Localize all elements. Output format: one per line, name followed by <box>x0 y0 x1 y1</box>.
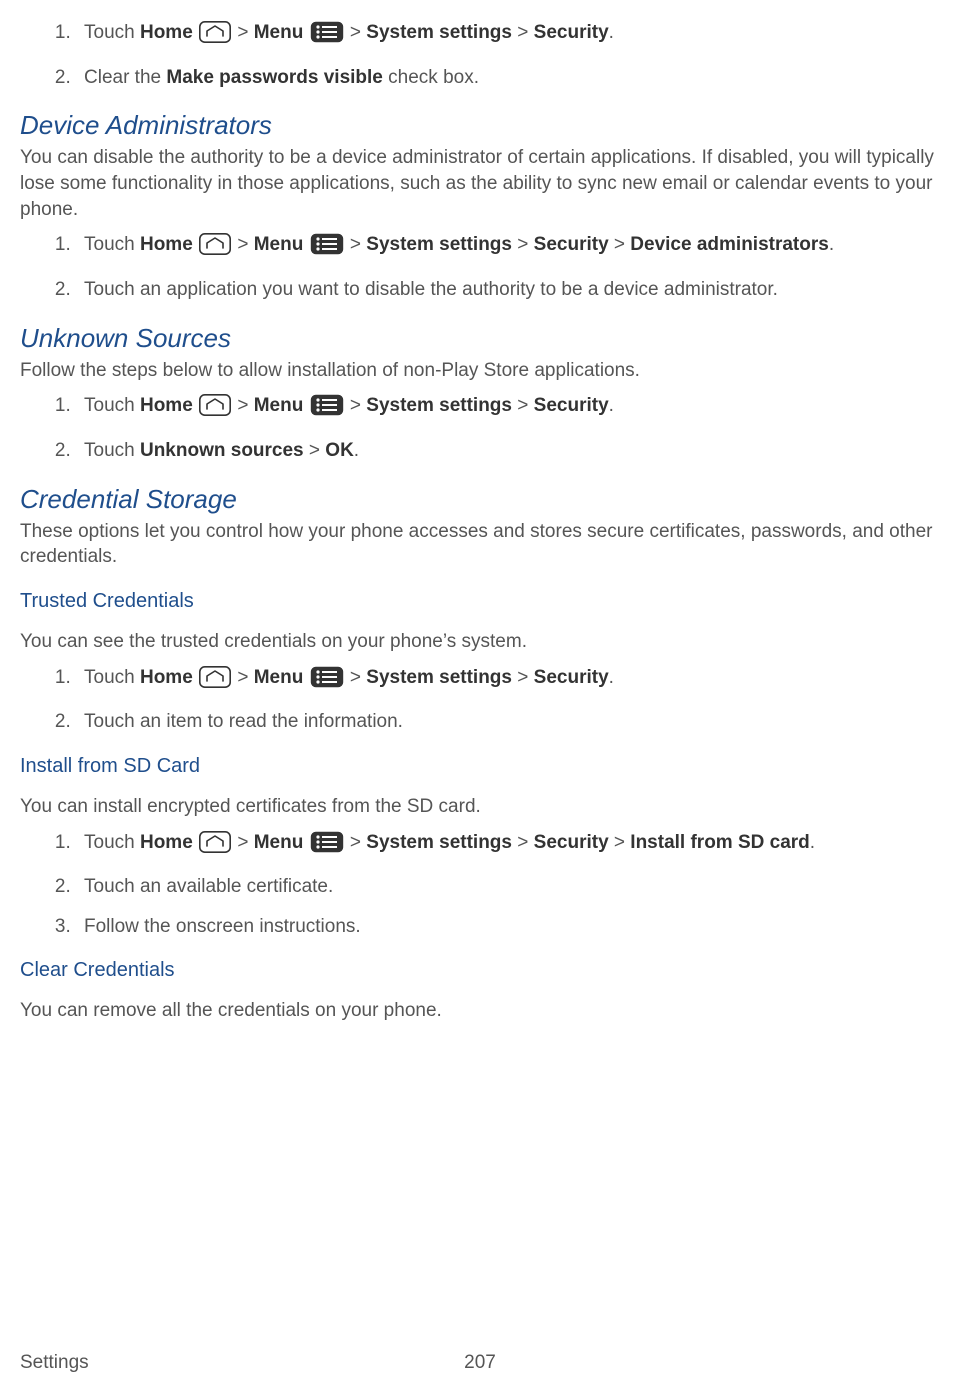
text: . <box>609 667 614 688</box>
intro-steps: Touch Home > Menu > System settings > Se… <box>20 20 940 90</box>
bold-text: Device administrators <box>630 234 829 255</box>
bold-text: System settings <box>366 395 512 416</box>
text: Touch <box>84 440 140 461</box>
bold-menu: Menu <box>254 395 304 416</box>
text: Touch an available certificate. <box>84 876 333 897</box>
text: Follow the onscreen instructions. <box>84 916 361 937</box>
text: . <box>829 234 834 255</box>
home-icon <box>199 666 231 696</box>
bold-home: Home <box>140 395 193 416</box>
text: > <box>304 440 326 461</box>
bold-text: System settings <box>366 234 512 255</box>
steps-install-from-sd-card: Touch Home > Menu > System settings > Se… <box>20 830 940 940</box>
list-item: Follow the onscreen instructions. <box>76 914 940 940</box>
bold-menu: Menu <box>254 832 304 853</box>
bold-menu: Menu <box>254 22 304 43</box>
text: Touch <box>84 832 140 853</box>
footer-label: Settings <box>20 1352 89 1373</box>
page-footer: Settings 207 <box>20 1350 940 1376</box>
bold-text: Security <box>534 234 609 255</box>
menu-icon <box>310 666 344 696</box>
text: . <box>609 395 614 416</box>
text: . <box>354 440 359 461</box>
steps-device-administrators: Touch Home > Menu > System settings > Se… <box>20 232 940 302</box>
home-icon <box>199 394 231 424</box>
section-heading-unknown-sources: Unknown Sources <box>20 321 940 356</box>
bold-home: Home <box>140 234 193 255</box>
bold-text: System settings <box>366 832 512 853</box>
text: Touch <box>84 667 140 688</box>
menu-icon <box>310 233 344 263</box>
bold-text: System settings <box>366 667 512 688</box>
menu-icon <box>310 394 344 424</box>
subsection-heading-trusted-credentials: Trusted Credentials <box>20 588 940 615</box>
subsection-paragraph: You can remove all the credentials on yo… <box>20 998 940 1024</box>
text: Touch an application you want to disable… <box>84 279 778 300</box>
section-heading-credential-storage: Credential Storage <box>20 482 940 517</box>
list-item: Touch an available certificate. <box>76 874 940 900</box>
bold-text: OK <box>325 440 354 461</box>
section-paragraph: You can disable the authority to be a de… <box>20 145 940 222</box>
page-number: 207 <box>464 1350 496 1376</box>
text: Touch <box>84 22 140 43</box>
list-item: Clear the Make passwords visible check b… <box>76 65 940 91</box>
list-item: Touch Home > Menu > System settings > Se… <box>76 20 940 51</box>
menu-icon <box>310 21 344 51</box>
bold-text: System settings <box>366 22 512 43</box>
text: Touch an item to read the information. <box>84 711 403 732</box>
bold-text: Security <box>534 832 609 853</box>
subsection-heading-clear-credentials: Clear Credentials <box>20 957 940 984</box>
list-item: Touch Home > Menu > System settings > Se… <box>76 830 940 861</box>
text: . <box>810 832 815 853</box>
subsection-heading-install-from-sd-card: Install from SD Card <box>20 753 940 780</box>
bold-menu: Menu <box>254 234 304 255</box>
home-icon <box>199 831 231 861</box>
bold-text: Security <box>534 22 609 43</box>
subsection-paragraph: You can see the trusted credentials on y… <box>20 629 940 655</box>
list-item: Touch Unknown sources > OK. <box>76 438 940 464</box>
bold-text: Install from SD card <box>630 832 810 853</box>
bold-home: Home <box>140 832 193 853</box>
menu-icon <box>310 831 344 861</box>
bold-home: Home <box>140 22 193 43</box>
section-heading-device-administrators: Device Administrators <box>20 108 940 143</box>
list-item: Touch Home > Menu > System settings > Se… <box>76 232 940 263</box>
bold-text: Security <box>534 667 609 688</box>
steps-unknown-sources: Touch Home > Menu > System settings > Se… <box>20 393 940 463</box>
steps-trusted-credentials: Touch Home > Menu > System settings > Se… <box>20 665 940 735</box>
text: check box. <box>383 67 479 88</box>
home-icon <box>199 21 231 51</box>
bold-home: Home <box>140 667 193 688</box>
home-icon <box>199 233 231 263</box>
list-item: Touch an application you want to disable… <box>76 277 940 303</box>
text: Touch <box>84 395 140 416</box>
text: Clear the <box>84 67 166 88</box>
list-item: Touch Home > Menu > System settings > Se… <box>76 393 940 424</box>
bold-text: Security <box>534 395 609 416</box>
section-paragraph: These options let you control how your p… <box>20 519 940 570</box>
list-item: Touch an item to read the information. <box>76 709 940 735</box>
bold-text: Unknown sources <box>140 440 304 461</box>
bold-menu: Menu <box>254 667 304 688</box>
text: . <box>609 22 614 43</box>
bold-text: Make passwords visible <box>166 67 383 88</box>
list-item: Touch Home > Menu > System settings > Se… <box>76 665 940 696</box>
section-paragraph: Follow the steps below to allow installa… <box>20 358 940 384</box>
subsection-paragraph: You can install encrypted certificates f… <box>20 794 940 820</box>
text: Touch <box>84 234 140 255</box>
